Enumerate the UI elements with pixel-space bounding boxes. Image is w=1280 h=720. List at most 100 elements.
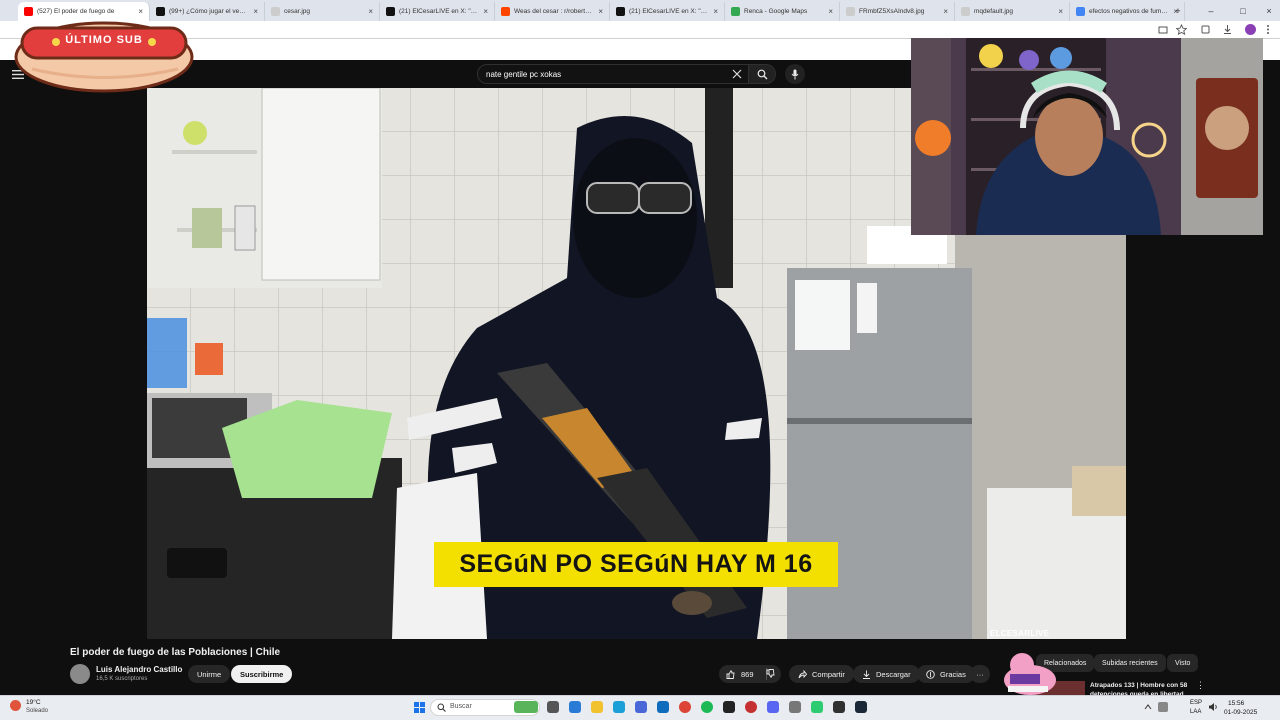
discord-icon[interactable] bbox=[767, 701, 779, 713]
last-sub-badge: ÚLTIMO SUB bbox=[12, 14, 196, 94]
minimize-button[interactable]: – bbox=[1196, 0, 1226, 21]
browser-tab[interactable]: mqdefault.jpg × bbox=[955, 2, 1070, 21]
video-title: El poder de fuego de las Poblaciones | C… bbox=[70, 647, 281, 658]
extensions-icon[interactable] bbox=[1200, 24, 1211, 35]
tab-close-icon[interactable]: × bbox=[368, 7, 373, 16]
file-explorer-icon[interactable] bbox=[591, 701, 603, 713]
keyboard-layout-indicator: LAA bbox=[1190, 709, 1202, 715]
webcam-image bbox=[911, 38, 1263, 235]
recommended-title[interactable]: Atrapados 133 | Hombre con 58 detencione… bbox=[1090, 681, 1200, 695]
volume-icon[interactable] bbox=[1208, 702, 1219, 712]
browser-tab[interactable]: (21) ElCesarLIVE en X: "Esta fo × bbox=[380, 2, 495, 21]
outlook-icon[interactable] bbox=[657, 701, 669, 713]
browser-tab[interactable]: cesar.jpg × bbox=[265, 2, 380, 21]
buu-emote-image bbox=[1004, 653, 1056, 695]
recommended-more-button[interactable]: ⋮ bbox=[1196, 680, 1205, 691]
language-indicator[interactable]: ESP bbox=[1190, 700, 1202, 706]
tray-chevron-up-icon[interactable] bbox=[1144, 703, 1152, 711]
tab-close-icon[interactable]: × bbox=[1058, 7, 1063, 16]
thumbs-down-icon[interactable] bbox=[766, 669, 775, 678]
spotify-icon[interactable] bbox=[701, 701, 713, 713]
download-icon bbox=[863, 670, 870, 679]
download-button[interactable]: Descargar bbox=[853, 665, 920, 683]
clear-search-icon[interactable] bbox=[732, 69, 742, 79]
join-button[interactable]: Unirme bbox=[188, 665, 231, 683]
taskbar-widget-icon[interactable] bbox=[514, 701, 538, 713]
tab-favicon-icon bbox=[386, 7, 395, 16]
tab-favicon-icon bbox=[846, 7, 855, 16]
clock-date[interactable]: 01-09-2025 bbox=[1224, 709, 1257, 716]
store-icon[interactable] bbox=[635, 701, 647, 713]
search-button[interactable] bbox=[748, 64, 776, 84]
tab-favicon-icon bbox=[1076, 7, 1085, 16]
bookmark-star-icon[interactable] bbox=[1176, 24, 1187, 35]
stream-watermark: ELCESARLIVE bbox=[990, 629, 1050, 638]
tab-label: efectos negativos de fumar m bbox=[1089, 8, 1170, 15]
subscribe-button[interactable]: Suscribirme bbox=[231, 665, 293, 683]
tab-close-icon[interactable]: × bbox=[253, 7, 258, 16]
tab-label: cesar.jpg bbox=[284, 8, 311, 15]
terminal-icon[interactable] bbox=[723, 701, 735, 713]
search-input[interactable]: nate gentile pc xokas bbox=[477, 64, 749, 84]
share-button[interactable]: Compartir bbox=[789, 665, 854, 683]
copilot-icon[interactable] bbox=[569, 701, 581, 713]
cast-icon[interactable] bbox=[1158, 25, 1168, 35]
profile-avatar[interactable] bbox=[1245, 24, 1256, 35]
mic-icon bbox=[791, 69, 799, 79]
tab-label: mqdefault.jpg bbox=[974, 8, 1014, 15]
weather-icon[interactable] bbox=[10, 700, 21, 711]
channel-name[interactable]: Luis Alejandro Castillo bbox=[96, 665, 182, 674]
share-icon bbox=[798, 669, 807, 678]
hotdog-badge-icon bbox=[14, 21, 194, 93]
voice-search-button[interactable] bbox=[785, 64, 805, 84]
close-window-button[interactable]: × bbox=[1254, 0, 1280, 21]
edge-icon[interactable] bbox=[613, 701, 625, 713]
like-count: 869 bbox=[741, 669, 754, 679]
chrome-icon[interactable] bbox=[679, 701, 691, 713]
tab-label: Renca - Google Maps bbox=[744, 8, 808, 15]
subscriber-count: 16,5 K suscriptores bbox=[96, 676, 148, 682]
thumbs-up-icon bbox=[726, 669, 735, 679]
thanks-button[interactable]: Gracias bbox=[917, 665, 975, 683]
chip-watched[interactable]: Visto bbox=[1167, 654, 1199, 672]
subtitle-caption: SEGúN PO SEGúN HAY M 16 bbox=[434, 542, 838, 587]
tab-label: FRmbfZ5XsAIndv8.jpg bbox=[859, 8, 925, 15]
tab-label: (21) ElCesarLIVE en X: "Q wea bbox=[629, 8, 709, 15]
tab-close-icon[interactable]: × bbox=[483, 7, 488, 16]
weather-temperature[interactable]: 19°C bbox=[26, 699, 41, 706]
app-green-icon[interactable] bbox=[811, 701, 823, 713]
steam-icon[interactable] bbox=[855, 701, 867, 713]
tab-close-icon[interactable]: × bbox=[598, 7, 603, 16]
app-red-icon[interactable] bbox=[745, 701, 757, 713]
share-label: Compartir bbox=[812, 669, 845, 679]
tab-label: Weas del cesar : r/robertson bbox=[514, 8, 595, 15]
start-windows-icon[interactable] bbox=[414, 702, 425, 713]
browser-tab[interactable]: (21) ElCesarLIVE en X: "Q wea × bbox=[610, 2, 725, 21]
tab-favicon-icon bbox=[271, 7, 280, 16]
clock-time[interactable]: 15:56 bbox=[1228, 700, 1244, 707]
tab-close-icon[interactable]: × bbox=[828, 7, 833, 16]
tab-close-icon[interactable]: × bbox=[943, 7, 948, 16]
obs-icon[interactable] bbox=[833, 701, 845, 713]
more-actions-button[interactable]: ··· bbox=[970, 665, 990, 683]
tab-label: (21) ElCesarLIVE en X: "Esta fo bbox=[399, 8, 479, 15]
tab-favicon-icon bbox=[501, 7, 510, 16]
tab-favicon-icon bbox=[731, 7, 740, 16]
settings-gear-icon[interactable] bbox=[789, 701, 801, 713]
task-view-icon[interactable] bbox=[547, 701, 559, 713]
last-sub-label: ÚLTIMO SUB bbox=[65, 34, 143, 46]
weather-description: Soleado bbox=[26, 708, 49, 714]
thanks-label: Gracias bbox=[940, 669, 966, 679]
browser-tab[interactable]: Renca - Google Maps × bbox=[725, 2, 840, 21]
tab-close-icon[interactable]: × bbox=[713, 7, 718, 16]
chip-recent-uploads[interactable]: Subidas recientes bbox=[1094, 654, 1166, 672]
browser-menu-icon[interactable] bbox=[1265, 24, 1271, 35]
channel-avatar[interactable] bbox=[70, 664, 90, 684]
tray-app-icon[interactable] bbox=[1158, 702, 1168, 712]
webcam-overlay bbox=[911, 38, 1263, 235]
browser-tab[interactable]: FRmbfZ5XsAIndv8.jpg × bbox=[840, 2, 955, 21]
thanks-icon bbox=[926, 669, 935, 679]
browser-tab[interactable]: Weas del cesar : r/robertson × bbox=[495, 2, 610, 21]
new-tab-button[interactable]: + bbox=[1163, 0, 1193, 21]
downloads-icon[interactable] bbox=[1222, 24, 1233, 35]
